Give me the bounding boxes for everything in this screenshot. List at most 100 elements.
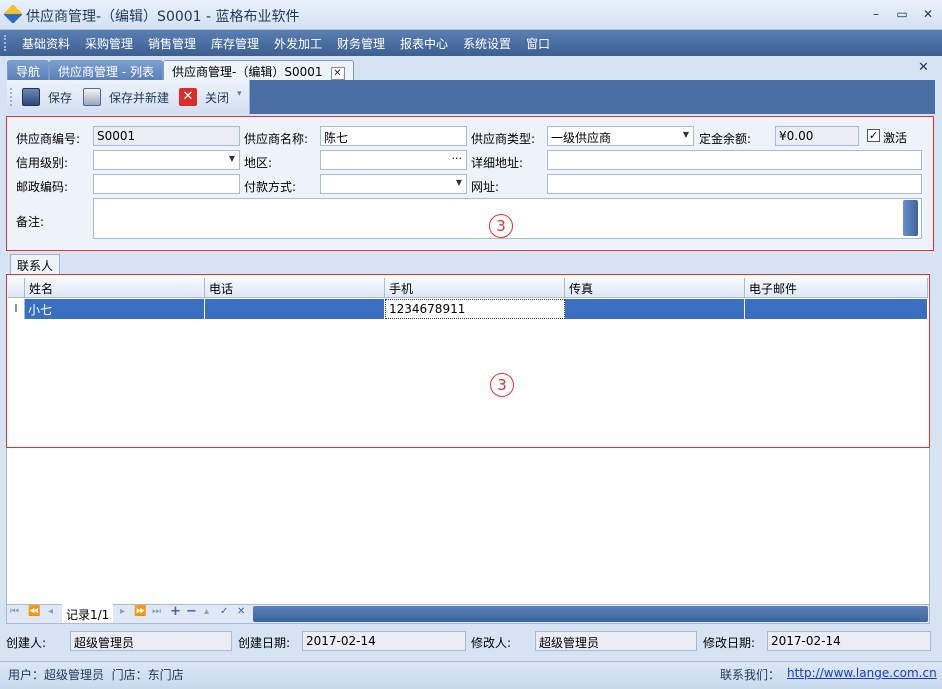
window-title: 供应商管理-（编辑）S0001 - 蓝格布业软件 <box>26 9 300 25</box>
modified-date-field[interactable]: 2017-02-14 <box>767 631 931 651</box>
nav-next-page-button[interactable]: ⏩ <box>134 606 146 617</box>
region-field[interactable]: ··· <box>320 150 467 170</box>
tab-contacts[interactable]: 联系人 <box>10 254 61 274</box>
nav-confirm-button[interactable]: ✓ <box>220 606 228 617</box>
nav-next-button[interactable]: ▸ <box>120 606 125 617</box>
active-checkbox[interactable]: ✓ <box>867 129 880 142</box>
close-label: 关闭 <box>205 91 230 105</box>
chevron-down-icon: ▼ <box>682 130 689 139</box>
website-link[interactable]: http://www.lange.com.cn <box>787 666 937 680</box>
close-icon: ✕ <box>179 88 197 106</box>
nav-add-button[interactable]: + <box>170 604 181 619</box>
supplier-type-select[interactable]: 一级供应商 ▼ <box>547 126 694 146</box>
toolbar-more-icon[interactable]: ▾ <box>237 89 242 99</box>
postal-code-label: 邮政编码: <box>16 180 69 194</box>
column-header-fax[interactable]: 传真 <box>565 278 745 298</box>
payment-method-label: 付款方式: <box>244 180 297 194</box>
nav-prev-button[interactable]: ◂ <box>48 606 53 617</box>
website-label: 网址: <box>471 180 500 194</box>
supplier-name-field[interactable]: 陈七 <box>320 126 467 146</box>
region-picker-button[interactable]: ··· <box>452 152 463 165</box>
created-date-field[interactable]: 2017-02-14 <box>302 631 466 651</box>
tab-supplier-list[interactable]: 供应商管理 - 列表 <box>49 60 163 80</box>
website-link-text: http://www.lange.com.cn <box>787 666 937 680</box>
grid-marker: 3 <box>490 373 514 397</box>
save-label: 保存 <box>48 91 73 105</box>
tab-supplier-edit[interactable]: 供应商管理-（编辑）S0001 ✕ <box>163 60 354 81</box>
creator-label: 创建人: <box>6 636 47 650</box>
nav-first-button[interactable]: ⏮ <box>10 606 19 617</box>
credit-level-label: 信用级别: <box>16 156 69 170</box>
column-header-name[interactable]: 姓名 <box>25 278 205 298</box>
save-and-new-label: 保存并新建 <box>109 91 170 105</box>
chevron-down-icon: ▼ <box>228 154 235 163</box>
horizontal-scrollbar[interactable] <box>253 606 928 622</box>
tab-supplier-edit-label: 供应商管理-（编辑）S0001 <box>172 65 323 79</box>
tab-navigation[interactable]: 导航 <box>7 60 50 80</box>
save-new-icon <box>83 88 101 106</box>
supplier-code-label: 供应商编号: <box>16 132 81 146</box>
menu-purchase[interactable]: 采购管理 <box>85 35 133 52</box>
menu-finance[interactable]: 财务管理 <box>337 35 385 52</box>
form-marker: 3 <box>489 214 513 238</box>
cell-email[interactable] <box>745 299 928 319</box>
cell-fax[interactable] <box>565 299 745 319</box>
status-user-store: 用户：超级管理员 门店：东门店 <box>8 668 184 682</box>
menu-basic-data[interactable]: 基础资料 <box>22 35 70 52</box>
document-close-icon[interactable]: ✕ <box>918 60 929 75</box>
region-label: 地区: <box>244 156 273 170</box>
creator-field[interactable]: 超级管理员 <box>70 631 232 651</box>
menu-settings[interactable]: 系统设置 <box>463 35 511 52</box>
supplier-type-value: 一级供应商 <box>551 131 612 145</box>
nav-cancel-button[interactable]: ✕ <box>237 606 245 617</box>
minimize-button[interactable]: – <box>866 6 886 22</box>
grid-corner <box>8 278 25 298</box>
chevron-down-icon: ▼ <box>455 178 462 187</box>
active-label: 激活 <box>883 131 908 145</box>
cell-name[interactable]: 小七 <box>25 299 205 319</box>
remark-label: 备注: <box>16 215 45 229</box>
modified-date-label: 修改日期: <box>703 636 756 650</box>
credit-level-select[interactable]: ▼ <box>93 150 240 170</box>
grid-empty-area <box>6 448 930 604</box>
menu-outsourcing[interactable]: 外发加工 <box>274 35 322 52</box>
nav-up-button[interactable]: ▴ <box>204 606 209 617</box>
supplier-code-field[interactable]: S0001 <box>93 126 240 146</box>
menu-window[interactable]: 窗口 <box>526 35 550 52</box>
menu-grip-icon <box>4 35 7 51</box>
menu-sales[interactable]: 销售管理 <box>148 35 196 52</box>
column-header-phone[interactable]: 电话 <box>205 278 385 298</box>
save-icon <box>22 88 40 106</box>
nav-remove-button[interactable]: − <box>186 604 197 619</box>
supplier-type-label: 供应商类型: <box>471 132 536 146</box>
menu-inventory[interactable]: 库存管理 <box>211 35 259 52</box>
menu-reports[interactable]: 报表中心 <box>400 35 448 52</box>
deposit-balance-field[interactable]: ¥0.00 <box>775 126 859 146</box>
deposit-balance-label: 定金余额: <box>699 132 752 146</box>
cell-mobile[interactable]: 1234678911 <box>385 299 565 319</box>
row-indicator: I <box>8 299 25 319</box>
remark-scrollbar[interactable] <box>903 200 918 236</box>
nav-last-button[interactable]: ⏭ <box>152 606 161 617</box>
column-header-email[interactable]: 电子邮件 <box>745 278 928 298</box>
website-field[interactable] <box>547 174 922 194</box>
address-field[interactable] <box>547 150 922 170</box>
modifier-field[interactable]: 超级管理员 <box>535 631 697 651</box>
window-close-button[interactable]: ✕ <box>918 6 938 22</box>
supplier-name-label: 供应商名称: <box>244 132 309 146</box>
column-header-mobile[interactable]: 手机 <box>385 278 565 298</box>
close-button[interactable]: ✕ 关闭 ▾ <box>179 88 249 106</box>
cell-phone[interactable] <box>205 299 385 319</box>
payment-method-select[interactable]: ▼ <box>320 174 467 194</box>
toolbar-grip-icon <box>10 88 13 106</box>
address-label: 详细地址: <box>471 156 524 170</box>
tab-close-icon[interactable]: ✕ <box>330 67 345 80</box>
nav-prev-page-button[interactable]: ⏪ <box>28 606 40 617</box>
contact-us-label: 联系我们： <box>720 668 781 682</box>
maximize-button[interactable]: ▭ <box>892 6 912 22</box>
save-and-new-button[interactable]: 保存并新建 <box>83 88 175 106</box>
save-button[interactable]: 保存 <box>22 88 76 106</box>
modifier-label: 修改人: <box>471 636 512 650</box>
created-date-label: 创建日期: <box>238 636 291 650</box>
postal-code-field[interactable] <box>93 174 240 194</box>
